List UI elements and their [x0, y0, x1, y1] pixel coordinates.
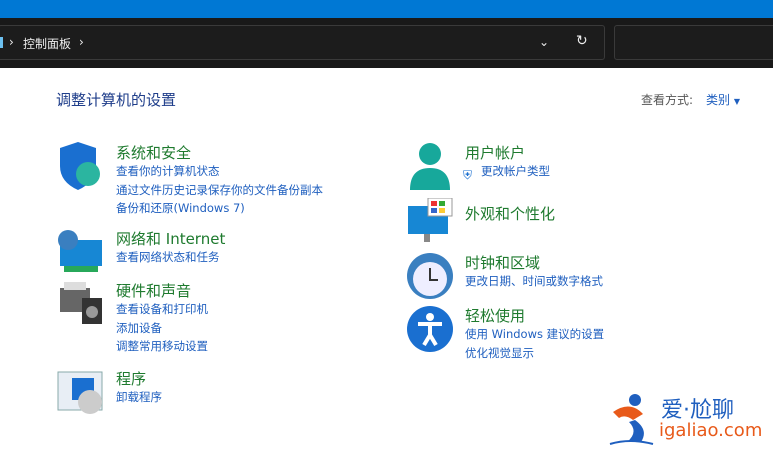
- navigation-bar: › 控制面板 › ⌄ ↻: [0, 18, 773, 68]
- monitor-palette-icon[interactable]: [406, 198, 454, 246]
- page-title: 调整计算机的设置: [56, 91, 177, 109]
- category-link[interactable]: 调整常用移动设置: [116, 338, 208, 354]
- category-title[interactable]: 外观和个性化: [465, 203, 555, 224]
- category-title[interactable]: 轻松使用: [465, 305, 525, 326]
- view-by-value: 类别: [706, 93, 731, 107]
- uac-shield-icon: ⛨: [463, 168, 473, 182]
- refresh-icon[interactable]: ↻: [576, 33, 588, 49]
- category-link[interactable]: 使用 Windows 建议的设置: [465, 326, 604, 342]
- category-title[interactable]: 程序: [116, 368, 146, 389]
- category-link[interactable]: 更改日期、时间或数字格式: [465, 273, 603, 289]
- chevron-right-icon[interactable]: ›: [79, 35, 84, 49]
- view-by-dropdown[interactable]: 类别 ▼: [706, 91, 740, 108]
- chevron-down-icon[interactable]: ⌄: [539, 35, 549, 49]
- view-by-label: 查看方式:: [641, 93, 694, 107]
- category-link[interactable]: 更改帐户类型: [481, 163, 550, 179]
- caret-down-icon: ▼: [733, 97, 740, 106]
- category-link[interactable]: 查看设备和打印机: [116, 301, 208, 317]
- category-link[interactable]: 卸载程序: [116, 389, 162, 405]
- network-globe-icon[interactable]: [56, 228, 104, 276]
- category-link[interactable]: 备份和还原(Windows 7): [116, 200, 245, 216]
- watermark-url: igaliao.com: [659, 420, 763, 441]
- runner-logo-icon: [609, 394, 654, 445]
- category-link[interactable]: 查看网络状态和任务: [116, 249, 220, 265]
- address-bar[interactable]: › 控制面板 › ⌄ ↻: [0, 25, 605, 60]
- printer-speaker-icon[interactable]: [56, 280, 104, 328]
- folder-icon: [0, 37, 3, 48]
- title-bar: [0, 0, 773, 18]
- user-icon[interactable]: [406, 142, 454, 190]
- category-title[interactable]: 时钟和区域: [465, 252, 540, 273]
- category-title[interactable]: 系统和安全: [116, 142, 191, 163]
- category-link[interactable]: 添加设备: [116, 320, 162, 336]
- category-title[interactable]: 用户帐户: [465, 142, 525, 163]
- watermark-logo: 爱·尬聊 igaliao.com: [605, 392, 762, 451]
- programs-disc-icon[interactable]: [56, 368, 104, 416]
- clock-globe-icon[interactable]: [406, 252, 454, 300]
- category-title[interactable]: 硬件和声音: [116, 280, 191, 301]
- category-link[interactable]: 查看你的计算机状态: [116, 163, 220, 179]
- accessibility-icon[interactable]: [406, 305, 454, 353]
- breadcrumb-control-panel[interactable]: 控制面板: [23, 35, 71, 52]
- shield-icon[interactable]: [56, 142, 104, 190]
- category-title[interactable]: 网络和 Internet: [116, 228, 225, 249]
- search-input[interactable]: [614, 25, 773, 60]
- chevron-right-icon[interactable]: ›: [9, 35, 14, 49]
- category-link[interactable]: 优化视觉显示: [465, 345, 534, 361]
- category-link[interactable]: 通过文件历史记录保存你的文件备份副本: [116, 182, 323, 198]
